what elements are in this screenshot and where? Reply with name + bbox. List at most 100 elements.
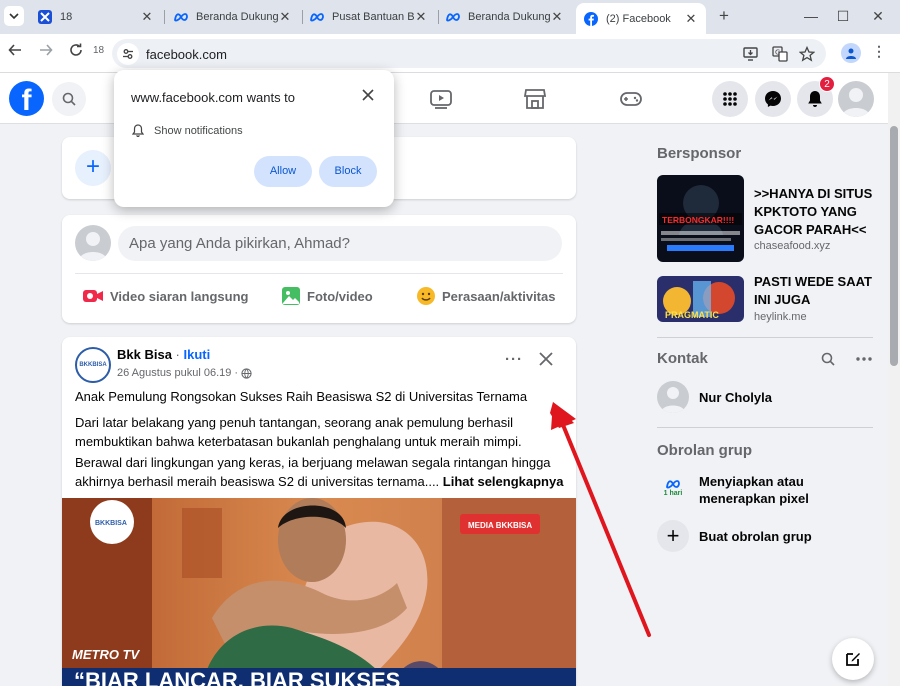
see-more-link[interactable]: Lihat selengkapnya [443, 474, 564, 489]
browser-toolbar: 18 facebook.com G ⋮ [0, 34, 900, 73]
group-chat-avatar[interactable]: 1 hari [657, 472, 689, 504]
facebook-search-button[interactable] [52, 82, 86, 116]
hide-post-button[interactable] [538, 351, 556, 369]
tune-icon [123, 49, 133, 59]
post-author-avatar[interactable]: BKKBISA [75, 347, 111, 383]
messenger-button[interactable] [755, 81, 791, 117]
contacts-search-icon[interactable] [818, 349, 838, 369]
feeling-activity-button[interactable]: Perasaan/aktivitas [416, 283, 555, 309]
tab-label: (2) Facebook [606, 12, 671, 25]
nav-video[interactable] [427, 85, 455, 113]
feeling-emoji-icon [417, 287, 435, 305]
tab-close-icon[interactable]: ✕ [684, 11, 698, 27]
browser-menu-button[interactable]: ⋮ [872, 43, 886, 60]
contact-name[interactable]: Nur Cholyla [699, 389, 772, 406]
ad-2-title[interactable]: PASTI WEDE SAAT INI JUGA [754, 273, 880, 309]
tab-close-icon[interactable]: ✕ [140, 9, 154, 25]
ad-1-image[interactable]: TERBONGKAR!!!! [657, 175, 744, 262]
post-separator: · [175, 347, 180, 362]
meta-icon [174, 10, 188, 24]
messenger-icon [765, 91, 781, 107]
post-paragraph-2: Berawal dari lingkungan yang keras, ia b… [75, 453, 569, 491]
create-group-icon[interactable]: + [657, 520, 689, 552]
forward-button[interactable] [36, 43, 56, 63]
photo-video-button[interactable]: Foto/video [281, 283, 373, 309]
post-author-name[interactable]: Bkk Bisa [117, 347, 172, 362]
browser-tab-3[interactable]: Pusat Bantuan B ✕ [302, 4, 436, 30]
person-icon [846, 48, 856, 59]
tab-divider [164, 10, 165, 24]
permission-close-button[interactable] [362, 88, 378, 104]
translate-icon[interactable]: G [771, 45, 789, 63]
browser-tab-1[interactable]: 18 ✕ [30, 4, 162, 30]
site-info-button[interactable] [117, 43, 139, 65]
address-bar[interactable]: facebook.com G [112, 39, 826, 68]
browser-tab-2[interactable]: Beranda Dukung ✕ [166, 4, 300, 30]
ad-1-title[interactable]: >>HANYA DI SITUS KPKTOTO YANG GACOR PARA… [754, 185, 880, 239]
video-icon [430, 90, 452, 109]
url-text[interactable]: facebook.com [146, 47, 227, 62]
image-channel-text: METRO TV [72, 647, 140, 662]
reload-button[interactable] [66, 43, 86, 63]
tab-close-icon[interactable]: ✕ [278, 9, 292, 25]
nav-marketplace[interactable] [521, 85, 549, 113]
block-button[interactable]: Block [319, 156, 377, 187]
maximize-button[interactable]: ☐ [828, 5, 858, 27]
live-video-button[interactable]: Video siaran langsung [82, 283, 248, 309]
feeling-activity-label: Perasaan/aktivitas [442, 288, 556, 304]
follow-link[interactable]: Ikuti [184, 347, 211, 362]
contact-avatar[interactable] [657, 381, 689, 413]
ad-2-image-text: PRAGMATIC [665, 310, 719, 320]
post-more-options-button[interactable]: ··· [505, 351, 523, 368]
account-avatar-button[interactable] [838, 81, 874, 117]
post-image[interactable]: BKKBISA MEDIA BKKBISA METRO TV “BIAR LAN… [62, 498, 576, 686]
default-avatar-icon [79, 232, 107, 261]
sponsored-heading: Bersponsor [657, 145, 742, 162]
menu-grid-button[interactable] [712, 81, 748, 117]
page-scrollbar-thumb[interactable] [890, 126, 898, 366]
tab-search-dropdown[interactable] [4, 6, 24, 26]
allow-button[interactable]: Allow [254, 156, 312, 187]
rail-divider [657, 427, 873, 428]
post-title: Anak Pemulung Rongsokan Sukses Raih Beas… [75, 389, 528, 404]
bell-icon [132, 124, 144, 137]
permission-label: Show notifications [154, 124, 243, 137]
nav-gaming[interactable] [617, 85, 645, 113]
post-paragraph-1: Dari latar belakang yang penuh tantangan… [75, 415, 522, 449]
new-tab-button[interactable]: + [712, 5, 736, 27]
notification-permission-popup: www.facebook.com wants to Show notificat… [114, 70, 394, 207]
ad-1-image-text: TERBONGKAR!!!! [662, 215, 734, 225]
create-story-button[interactable]: + [75, 150, 111, 186]
browser-tab-facebook[interactable]: (2) Facebook ✕ [576, 3, 706, 34]
install-app-icon[interactable] [742, 45, 760, 63]
new-message-button[interactable] [832, 638, 874, 680]
browser-tab-4[interactable]: Beranda Dukung ✕ [438, 4, 572, 30]
close-window-button[interactable]: ✕ [863, 5, 893, 27]
facebook-logo-icon[interactable]: f [9, 81, 44, 116]
bookmark-star-icon[interactable] [798, 45, 816, 63]
close-icon [362, 89, 374, 101]
composer-input[interactable]: Apa yang Anda pikirkan, Ahmad? [118, 226, 562, 261]
tab-label: Pusat Bantuan B [332, 11, 414, 23]
grid-menu-icon [723, 92, 737, 106]
browser-tab-strip: 18 ✕ Beranda Dukung ✕ Pusat Bantuan B ✕ … [0, 0, 900, 34]
contacts-heading: Kontak [657, 350, 708, 367]
ad-2-image[interactable]: PRAGMATIC [657, 276, 744, 322]
close-icon [539, 352, 553, 366]
minimize-button[interactable]: — [796, 5, 826, 27]
browser-profile-button[interactable] [841, 43, 861, 63]
tab-label: Beranda Dukung [196, 11, 278, 23]
group-chat-name[interactable]: Menyiapkan atau menerapkan pixel [699, 473, 839, 507]
notification-count-badge: 2 [819, 76, 835, 92]
back-button[interactable] [5, 43, 25, 63]
photo-video-label: Foto/video [307, 288, 373, 304]
tab-close-icon[interactable]: ✕ [550, 9, 564, 25]
composer-avatar[interactable] [75, 225, 111, 261]
photo-icon [282, 287, 300, 305]
post-timestamp[interactable]: 26 Agustus pukul 06.19 · [117, 367, 238, 379]
tab-close-icon[interactable]: ✕ [414, 9, 428, 25]
tab-label: Beranda Dukung [468, 11, 550, 23]
create-group-chat-label[interactable]: Buat obrolan grup [699, 528, 812, 545]
contacts-more-icon[interactable] [854, 349, 874, 369]
meta-icon [666, 480, 680, 489]
